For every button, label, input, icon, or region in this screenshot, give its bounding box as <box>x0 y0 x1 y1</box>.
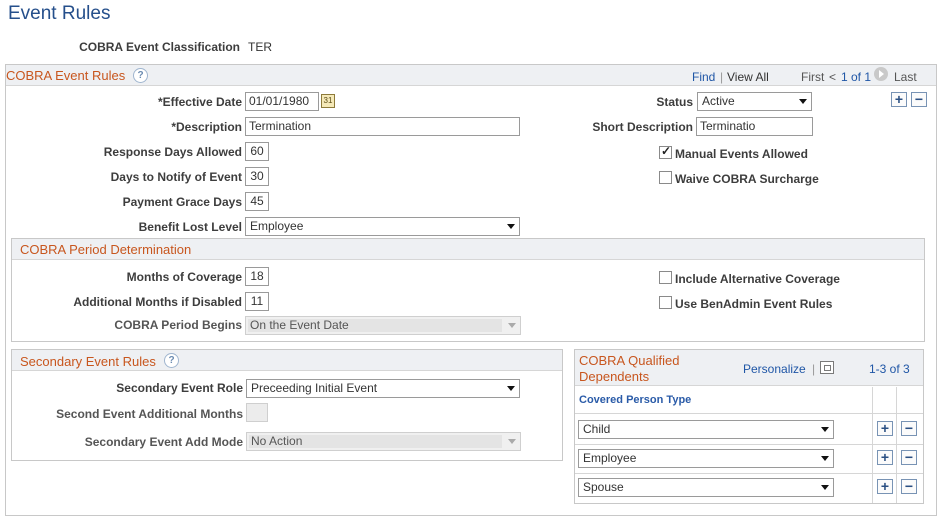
status-select[interactable]: Active <box>697 92 812 111</box>
page-title: Event Rules <box>8 3 111 24</box>
personalize-link[interactable]: Personalize <box>743 362 806 376</box>
nav-separator: | <box>720 70 724 84</box>
delete-row-button[interactable]: − <box>911 92 927 107</box>
additional-months-input[interactable]: 11 <box>245 292 269 311</box>
covered-person-select-1[interactable]: Child <box>578 420 834 439</box>
manual-events-label: Manual Events Allowed <box>675 147 808 161</box>
description-label: *Description <box>171 120 242 134</box>
secondary-role-select[interactable]: Preceeding Initial Event <box>246 379 520 398</box>
effective-date-label: *Effective Date <box>157 95 242 109</box>
secondary-role-label: Secondary Event Role <box>116 381 243 395</box>
covered-person-value: Child <box>583 422 611 436</box>
waive-surcharge-checkbox[interactable] <box>659 171 672 184</box>
second-additional-months-input[interactable] <box>246 403 268 422</box>
next-arrow-icon[interactable] <box>874 67 888 81</box>
period-title: COBRA Period Determination <box>20 242 192 257</box>
status-label: Status <box>656 95 693 109</box>
covered-person-select-3[interactable]: Spouse <box>578 478 834 497</box>
covered-person-type-header: Covered Person Type <box>579 394 692 406</box>
chevron-down-icon <box>821 456 829 461</box>
payment-grace-input[interactable]: 45 <box>245 192 269 211</box>
period-begins-select[interactable]: On the Event Date <box>245 316 521 335</box>
waive-surcharge-label: Waive COBRA Surcharge <box>675 172 819 186</box>
benefit-lost-level-select[interactable]: Employee <box>245 217 520 236</box>
help-icon[interactable]: ? <box>164 353 179 368</box>
include-alt-label: Include Alternative Coverage <box>675 272 840 286</box>
covered-person-value: Employee <box>583 451 637 465</box>
benefit-lost-level-value: Employee <box>250 219 304 233</box>
dependents-title: COBRA Qualified Dependents <box>579 353 680 384</box>
add-mode-label: Secondary Event Add Mode <box>84 435 243 449</box>
secondary-role-value: Preceeding Initial Event <box>251 381 378 395</box>
period-begins-value: On the Event Date <box>250 318 349 332</box>
chevron-down-icon <box>507 386 515 391</box>
short-description-label: Short Description <box>592 120 693 134</box>
help-icon[interactable]: ? <box>133 68 148 83</box>
find-link[interactable]: Find <box>692 70 715 84</box>
view-all-link[interactable]: View All <box>727 70 769 84</box>
add-dependent-button[interactable]: + <box>877 450 893 465</box>
months-coverage-label: Months of Coverage <box>126 270 242 284</box>
last-label: Last <box>894 70 917 84</box>
description-input[interactable]: Termination <box>245 117 520 136</box>
chevron-down-icon <box>508 439 516 444</box>
benefit-lost-level-label: Benefit Lost Level <box>138 220 242 234</box>
covered-person-value: Spouse <box>583 480 624 494</box>
include-alt-checkbox[interactable] <box>659 271 672 284</box>
payment-grace-label: Payment Grace Days <box>122 195 242 209</box>
use-benadmin-checkbox[interactable] <box>659 296 672 309</box>
calendar-icon[interactable]: 31 <box>321 94 335 108</box>
chevron-down-icon <box>821 485 829 490</box>
days-to-notify-label: Days to Notify of Event <box>110 170 242 184</box>
remove-dependent-button[interactable]: − <box>901 479 917 494</box>
response-days-label: Response Days Allowed <box>103 145 242 159</box>
status-value: Active <box>702 94 735 108</box>
add-dependent-button[interactable]: + <box>877 479 893 494</box>
chevron-down-icon <box>507 224 515 229</box>
response-days-input[interactable]: 60 <box>245 142 269 161</box>
add-dependent-button[interactable]: + <box>877 421 893 436</box>
effective-date-input[interactable]: 01/01/1980 <box>245 92 319 111</box>
remove-dependent-button[interactable]: − <box>901 421 917 436</box>
remove-dependent-button[interactable]: − <box>901 450 917 465</box>
chevron-down-icon <box>821 427 829 432</box>
grid-row-count: 1-3 of 3 <box>869 362 910 376</box>
grid-zoom-icon[interactable] <box>820 361 834 374</box>
prev-label: < <box>829 70 837 84</box>
add-mode-value: No Action <box>251 434 303 448</box>
page-count: 1 of 1 <box>841 70 872 84</box>
classification-label: COBRA Event Classification <box>79 40 240 54</box>
period-begins-label: COBRA Period Begins <box>114 318 242 332</box>
add-row-button[interactable]: + <box>891 92 907 107</box>
manual-events-checkbox[interactable] <box>659 144 672 159</box>
grid-separator: | <box>812 362 816 376</box>
short-description-input[interactable]: Terminatio <box>696 117 813 136</box>
chevron-down-icon <box>799 99 807 104</box>
add-mode-select[interactable]: No Action <box>246 432 521 451</box>
second-additional-months-label: Second Event Additional Months <box>56 407 243 421</box>
cobra-event-rules-title: COBRA Event Rules <box>6 68 126 83</box>
additional-months-label: Additional Months if Disabled <box>73 295 242 309</box>
classification-value: TER <box>248 40 272 54</box>
months-coverage-input[interactable]: 18 <box>245 267 269 286</box>
days-to-notify-input[interactable]: 30 <box>245 167 269 186</box>
chevron-down-icon <box>508 323 516 328</box>
covered-person-select-2[interactable]: Employee <box>578 449 834 468</box>
secondary-title: Secondary Event Rules <box>20 354 156 369</box>
first-label: First <box>801 70 825 84</box>
use-benadmin-label: Use BenAdmin Event Rules <box>675 297 833 311</box>
